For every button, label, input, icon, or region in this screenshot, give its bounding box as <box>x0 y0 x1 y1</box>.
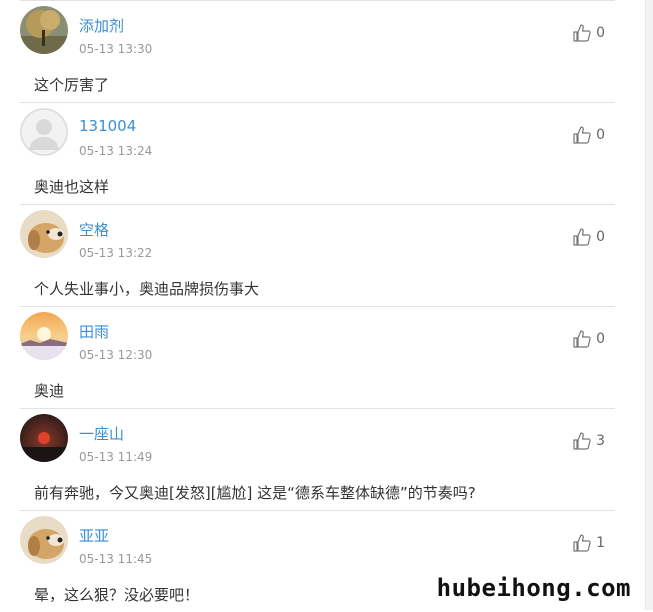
like-count: 0 <box>596 229 605 245</box>
comment-timestamp: 05-13 11:49 <box>79 450 153 464</box>
avatar[interactable] <box>20 414 68 462</box>
like-button[interactable]: 1 <box>572 533 605 553</box>
like-count: 0 <box>596 127 605 143</box>
comment-timestamp: 05-13 13:22 <box>79 246 153 260</box>
username-link[interactable]: 亚亚 <box>79 525 109 546</box>
like-button[interactable]: 0 <box>572 227 605 247</box>
avatar[interactable] <box>20 312 68 360</box>
like-count: 0 <box>596 331 605 347</box>
comment-text: 奥迪 <box>34 382 65 400</box>
comment-text: 这个厉害了 <box>34 76 110 94</box>
username-link[interactable]: 一座山 <box>79 423 124 444</box>
red-sun-photo-avatar <box>20 414 68 462</box>
thumbs-up-icon <box>573 228 591 246</box>
like-button[interactable]: 0 <box>572 23 605 43</box>
tree-photo-avatar <box>20 6 68 54</box>
dog-photo-avatar <box>20 516 68 564</box>
comment-timestamp: 05-13 11:45 <box>79 552 153 566</box>
like-count: 3 <box>596 433 605 449</box>
like-count: 1 <box>596 535 605 551</box>
username-link[interactable]: 空格 <box>79 219 109 240</box>
page-edge <box>645 0 653 610</box>
like-count: 0 <box>596 25 605 41</box>
comment-text: 奥迪也这样 <box>34 178 110 196</box>
sunset-photo-avatar <box>20 312 68 360</box>
like-button[interactable]: 0 <box>572 329 605 349</box>
comment-timestamp: 05-13 13:30 <box>79 42 153 56</box>
comment-timestamp: 05-13 12:30 <box>79 348 153 362</box>
dog-photo-avatar <box>20 210 68 258</box>
comment-item: 131004 05-13 13:24 0 奥迪也这样 <box>20 102 615 204</box>
thumbs-up-icon <box>573 534 591 552</box>
username-link[interactable]: 添加剂 <box>79 15 124 36</box>
avatar[interactable] <box>20 6 68 54</box>
thumbs-up-icon <box>573 330 591 348</box>
comment-item: 田雨 05-13 12:30 0 奥迪 <box>20 306 615 408</box>
thumbs-up-icon <box>573 432 591 450</box>
username-link[interactable]: 田雨 <box>79 321 109 342</box>
comment-text: 前有奔驰，今又奥迪[发怒][尴尬] 这是“德系车整体缺德”的节奏吗? <box>34 484 476 502</box>
comment-list: 添加剂 05-13 13:30 0 这个厉害了 131004 05-13 13:… <box>0 0 645 612</box>
thumbs-up-icon <box>573 24 591 42</box>
avatar[interactable] <box>20 516 68 564</box>
thumbs-up-icon <box>573 126 591 144</box>
site-watermark: hubeihong.com <box>436 574 631 602</box>
avatar[interactable] <box>20 210 68 258</box>
comment-item: 空格 05-13 13:22 0 个人失业事小，奥迪品牌损伤事大 <box>20 204 615 306</box>
comment-item: 一座山 05-13 11:49 3 前有奔驰，今又奥迪[发怒][尴尬] 这是“德… <box>20 408 615 510</box>
comment-timestamp: 05-13 13:24 <box>79 144 153 158</box>
comment-item: 添加剂 05-13 13:30 0 这个厉害了 <box>20 0 615 102</box>
like-button[interactable]: 0 <box>572 125 605 145</box>
username-link[interactable]: 131004 <box>79 117 136 135</box>
default-user-avatar <box>20 108 68 156</box>
avatar[interactable] <box>20 108 68 156</box>
comment-text: 个人失业事小，奥迪品牌损伤事大 <box>34 280 260 298</box>
like-button[interactable]: 3 <box>572 431 605 451</box>
comment-text: 晕，这么狠？没必要吧！ <box>34 586 200 604</box>
